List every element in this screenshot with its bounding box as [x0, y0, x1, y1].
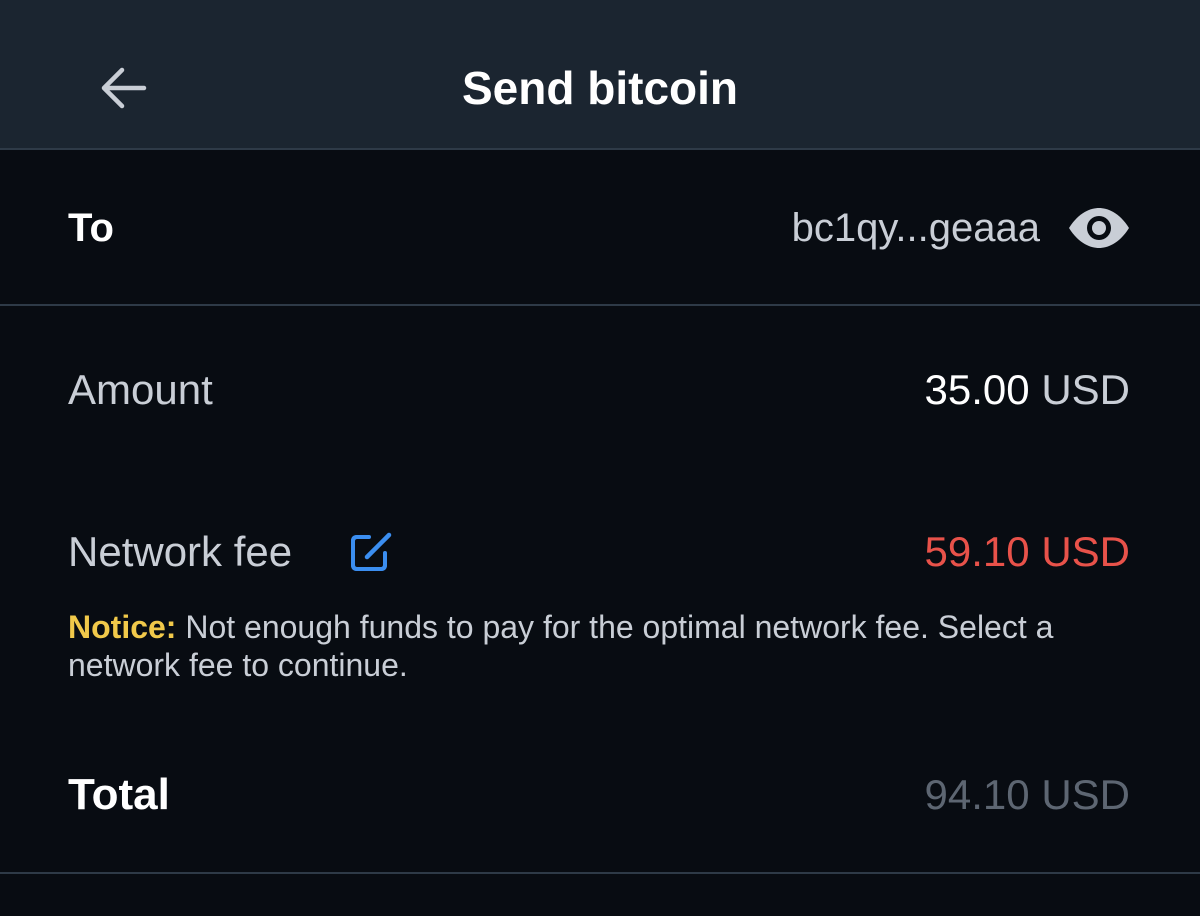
notice-message: Notice: Not enough funds to pay for the …: [68, 608, 1128, 684]
total-label: Total: [68, 770, 170, 819]
notice-text: Not enough funds to pay for the optimal …: [68, 609, 1054, 683]
header-bar: Send bitcoin: [0, 0, 1200, 150]
reveal-address-button[interactable]: [1066, 202, 1132, 254]
eye-icon: [1069, 208, 1129, 248]
total-value: 94.10 USD: [924, 771, 1130, 818]
amount-number: 35.00: [924, 366, 1030, 413]
recipient-address: bc1qy...geaaa: [791, 206, 1040, 250]
edit-network-fee-button[interactable]: [346, 526, 398, 578]
amount-unit: USD: [1041, 366, 1130, 413]
divider: [0, 872, 1200, 874]
amount-label: Amount: [68, 366, 213, 413]
page-title: Send bitcoin: [462, 62, 738, 114]
notice-label: Notice:: [68, 609, 177, 645]
recipient-label: To: [68, 206, 114, 250]
recipient-row: To bc1qy...geaaa: [0, 150, 1200, 306]
edit-icon: [351, 529, 395, 571]
network-fee-value: 59.10 USD: [924, 528, 1130, 575]
network-fee-label: Network fee: [68, 528, 293, 575]
amount-value: 35.00 USD: [925, 364, 1130, 416]
